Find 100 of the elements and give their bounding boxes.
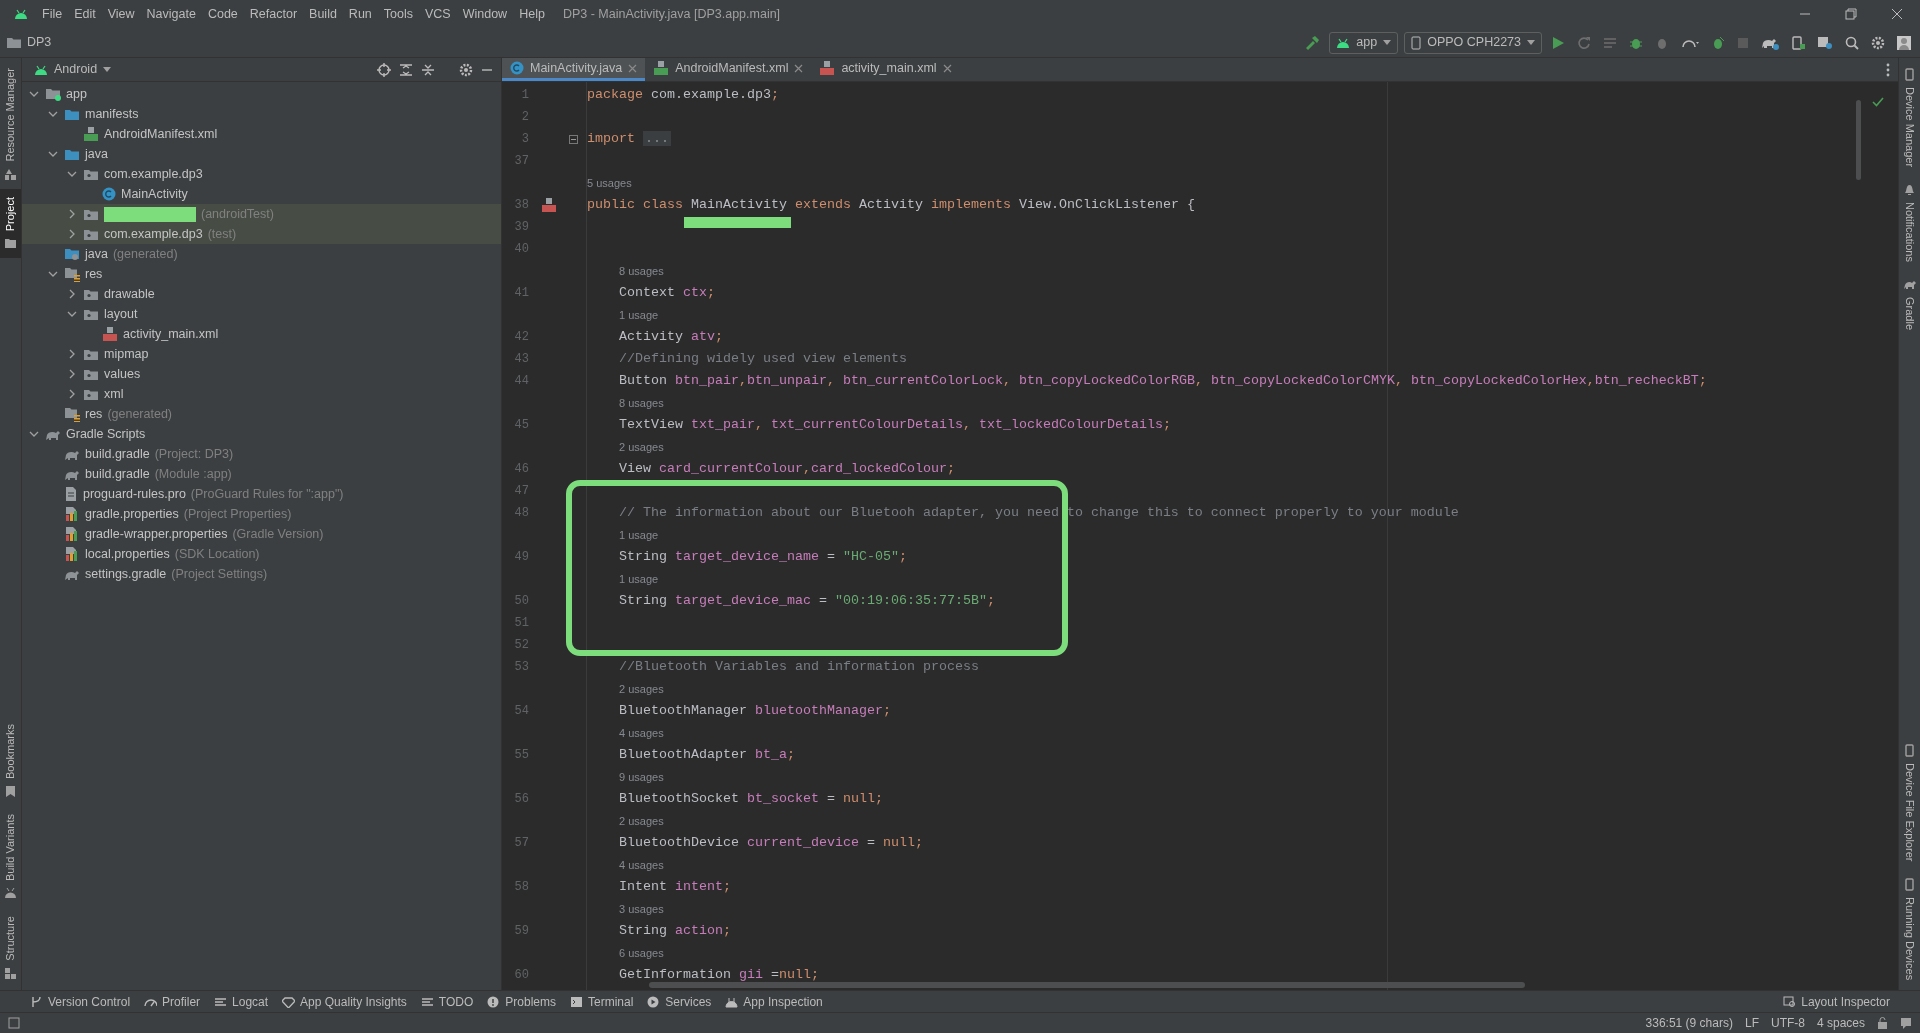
play-icon[interactable] — [1551, 35, 1565, 50]
line-separator[interactable]: LF — [1744, 1014, 1759, 1032]
usages-hint[interactable]: 4 usages — [619, 724, 664, 742]
menu-item[interactable]: Refactor — [243, 4, 304, 24]
usages-hint[interactable]: 1 usage — [619, 526, 659, 544]
menu-item[interactable]: Help — [513, 4, 551, 24]
close-icon[interactable] — [794, 63, 804, 73]
tree-item[interactable]: manifests — [85, 104, 139, 124]
tree-item[interactable]: build.gradle (Module :app) — [85, 464, 232, 484]
tool-window-tab[interactable]: Running Devices — [1899, 869, 1920, 988]
settings-icon[interactable] — [1871, 35, 1885, 50]
chevron-down-icon[interactable] — [48, 271, 58, 277]
close-icon[interactable] — [628, 63, 638, 73]
usages-hint[interactable]: 8 usages — [619, 394, 664, 412]
panel-toggle-icon[interactable] — [8, 1017, 20, 1029]
menu-item[interactable]: Navigate — [140, 4, 202, 24]
indent-setting[interactable]: 4 spaces — [1816, 1014, 1865, 1032]
tree-item[interactable]: java (generated) — [85, 244, 178, 264]
close-icon[interactable] — [1891, 8, 1903, 20]
tree-item[interactable]: gradle-wrapper.properties (Gradle Version) — [85, 524, 324, 544]
tree-item[interactable]: app — [66, 84, 87, 104]
collapse-all-icon[interactable] — [421, 62, 435, 77]
chevron-down-icon[interactable] — [29, 431, 39, 437]
tool-window-tab[interactable]: Device File Explorer — [1899, 736, 1920, 870]
tree-item[interactable]: mipmap — [104, 344, 149, 364]
device-icon[interactable] — [1817, 35, 1833, 50]
usages-hint[interactable]: 3 usages — [619, 900, 664, 918]
menu-item[interactable]: Tools — [377, 4, 419, 24]
tree-item[interactable]: AndroidManifest.xml — [104, 124, 218, 144]
chevron-right-icon[interactable] — [69, 229, 75, 239]
usages-hint[interactable]: 5 usages — [587, 174, 632, 192]
tree-item[interactable]: xml — [104, 384, 124, 404]
avatar-icon[interactable] — [1897, 35, 1911, 50]
phone-icon[interactable] — [1791, 35, 1805, 50]
expand-all-icon[interactable] — [399, 62, 413, 77]
feedback-icon[interactable] — [1900, 1017, 1912, 1029]
lock-icon[interactable] — [1877, 1017, 1888, 1029]
tool-window-button[interactable]: Layout Inspector — [1783, 992, 1890, 1011]
tree-item[interactable]: settings.gradle (Project Settings) — [85, 564, 268, 584]
chevron-down-icon[interactable] — [48, 151, 58, 157]
file-encoding[interactable]: UTF-8 — [1770, 1014, 1805, 1032]
tool-window-tab[interactable]: Build Variants — [0, 806, 21, 909]
chevron-right-icon[interactable] — [69, 369, 75, 379]
usages-hint[interactable]: 2 usages — [619, 812, 664, 830]
project-name[interactable]: DP3 — [27, 33, 52, 52]
tool-window-button[interactable]: App Quality Insights — [282, 992, 407, 1011]
tree-item[interactable]: MainActivity — [121, 184, 188, 204]
tool-window-tab[interactable]: Notifications — [1899, 175, 1920, 270]
usages-hint[interactable]: 6 usages — [619, 944, 664, 962]
chevron-right-icon[interactable] — [69, 349, 75, 359]
menu-item[interactable]: Build — [303, 4, 343, 24]
tool-window-button[interactable]: Profiler — [144, 992, 201, 1011]
tool-window-button[interactable]: App Inspection — [725, 992, 823, 1011]
menu-item[interactable]: View — [101, 4, 141, 24]
view-selector[interactable]: Android — [30, 60, 116, 79]
run-configuration-dropdown[interactable]: app — [1329, 31, 1399, 54]
scrollbar-thumb[interactable] — [649, 982, 1525, 988]
restore-icon[interactable] — [1845, 8, 1857, 20]
close-icon[interactable] — [942, 63, 952, 73]
tool-window-tab[interactable]: Bookmarks — [0, 716, 21, 807]
usages-hint[interactable]: 9 usages — [619, 768, 664, 786]
tool-window-tab[interactable]: Project — [0, 188, 21, 258]
tree-item[interactable]: build.gradle (Project: DP3) — [85, 444, 234, 464]
tree-item[interactable]: res — [85, 264, 103, 284]
chevron-right-icon[interactable] — [69, 289, 75, 299]
menu-item[interactable]: Window — [456, 4, 514, 24]
tool-window-tab[interactable]: Device Manager — [1899, 60, 1920, 176]
scrollbar-thumb[interactable] — [1856, 100, 1861, 180]
hammer-icon[interactable] — [1304, 34, 1321, 51]
tool-window-button[interactable]: Version Control — [30, 992, 131, 1011]
usages-hint[interactable]: 4 usages — [619, 856, 664, 874]
menu-item[interactable]: Edit — [68, 4, 102, 24]
chevron-down-icon[interactable] — [29, 91, 39, 97]
editor-tab[interactable]: MainActivity.java — [502, 58, 646, 81]
chevron-down-icon[interactable] — [67, 311, 77, 317]
tool-window-button[interactable]: TODO — [420, 992, 474, 1011]
tree-item[interactable]: proguard-rules.pro (ProGuard Rules for ":app") — [83, 484, 344, 504]
menu-item[interactable]: VCS — [419, 4, 457, 24]
tool-window-button[interactable]: Logcat — [214, 992, 269, 1011]
search-icon[interactable] — [1845, 35, 1859, 50]
device-dropdown[interactable]: OPPO CPH2273 — [1404, 31, 1542, 54]
tree-item[interactable]: layout — [104, 304, 138, 324]
usages-hint[interactable]: 1 usage — [619, 570, 659, 588]
settings-icon[interactable] — [459, 62, 473, 77]
more-icon[interactable] — [1886, 62, 1890, 77]
cursor-position[interactable]: 336:51 (9 chars) — [1645, 1014, 1733, 1032]
chevron-down-icon[interactable] — [48, 111, 58, 117]
editor-tab[interactable]: activity_main.xml — [811, 58, 960, 81]
tree-item[interactable]: com.example.dp3 — [104, 164, 203, 184]
usages-hint[interactable]: 2 usages — [619, 680, 664, 698]
menu-item[interactable]: Run — [342, 4, 378, 24]
tree-item[interactable]: drawable — [104, 284, 155, 304]
tool-window-tab[interactable]: Gradle — [1899, 270, 1920, 339]
tool-window-button[interactable]: Problems — [487, 992, 556, 1011]
tree-item[interactable]: activity_main.xml — [123, 324, 219, 344]
tree-item[interactable]: res (generated) — [85, 404, 172, 424]
usages-hint[interactable]: 1 usage — [619, 306, 659, 324]
chevron-right-icon[interactable] — [69, 389, 75, 399]
tool-window-tab[interactable]: Structure — [0, 908, 21, 988]
tool-window-button[interactable]: Services — [647, 992, 712, 1011]
